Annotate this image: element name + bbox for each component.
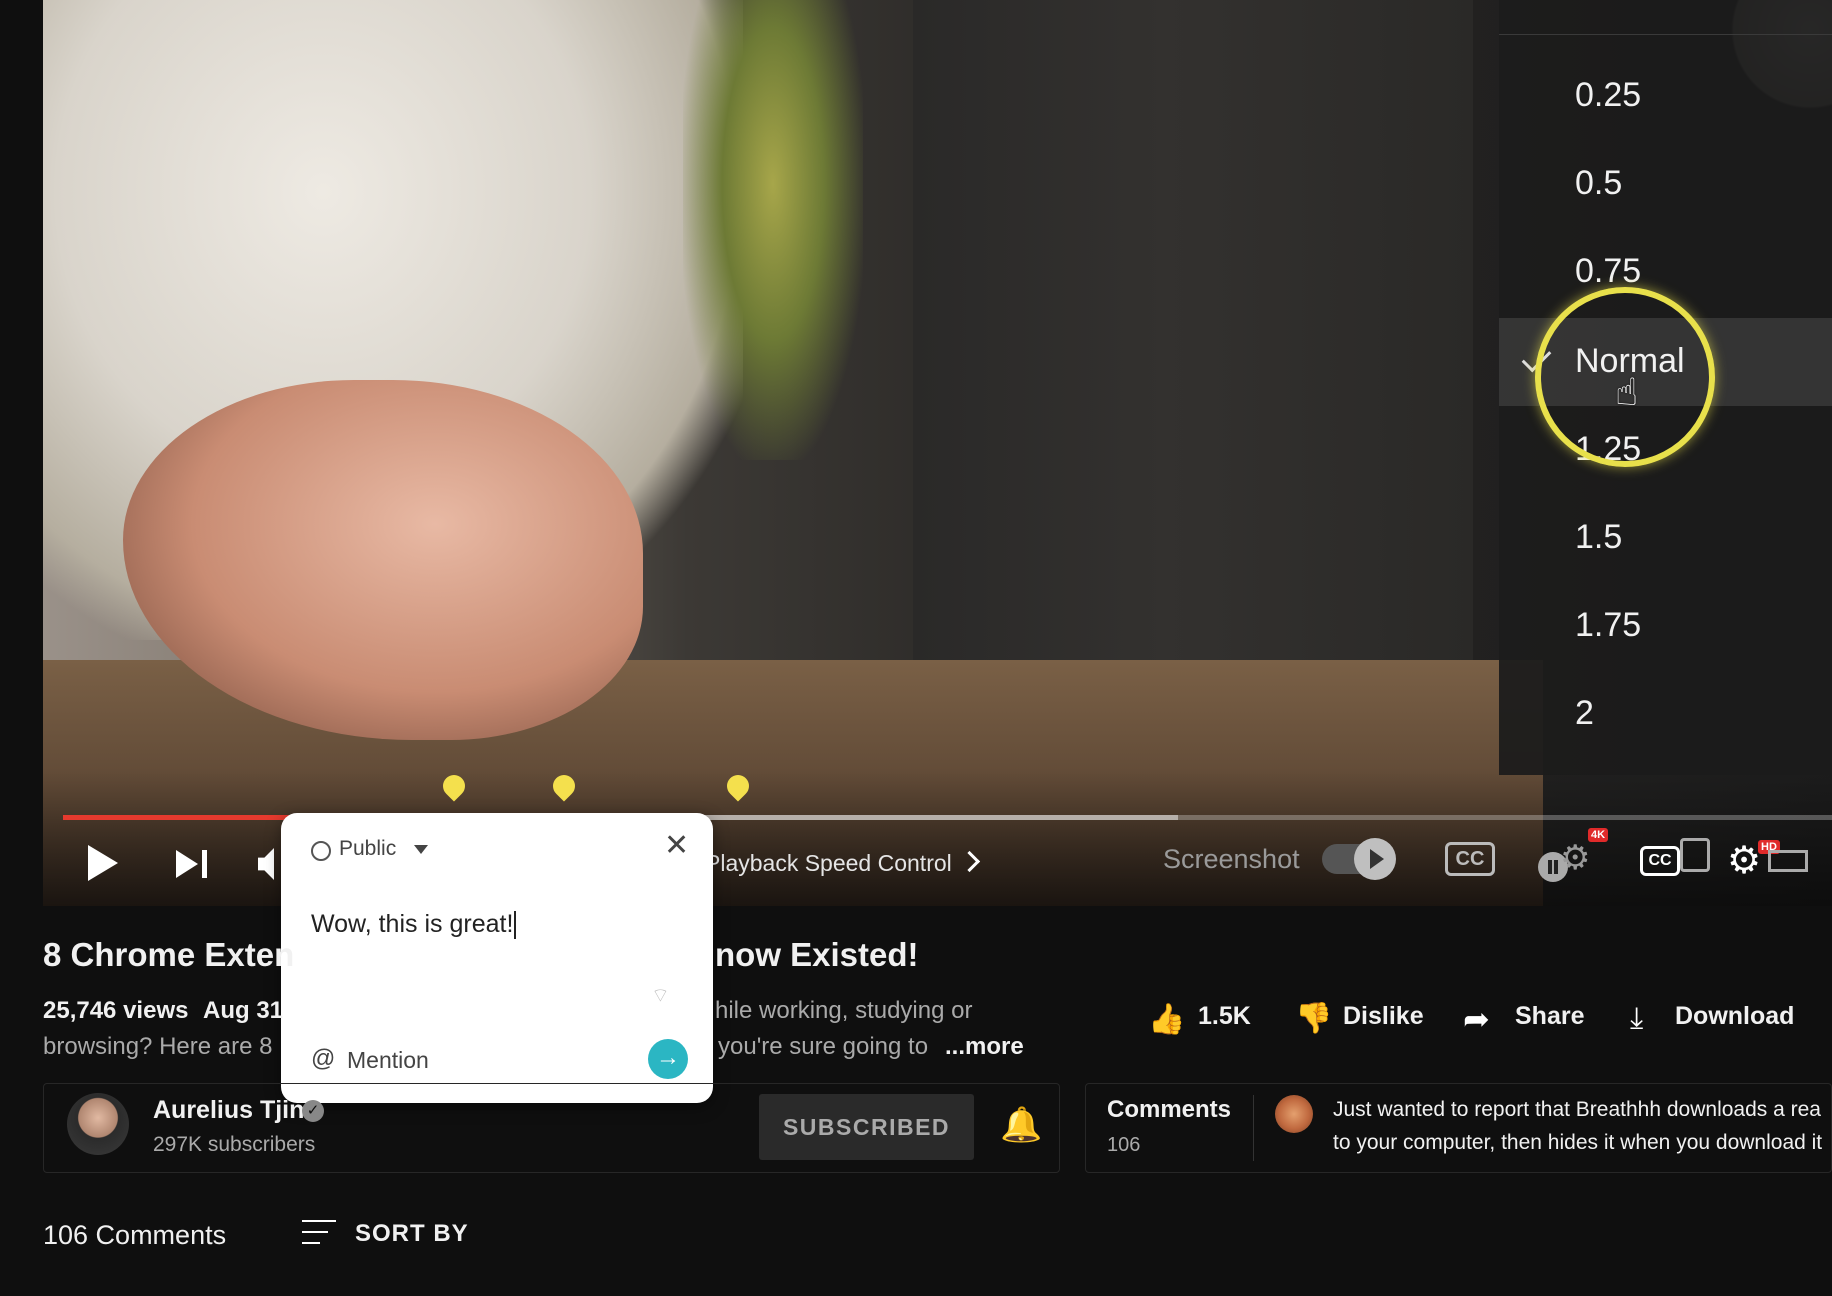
- comments-preview-title: Comments: [1107, 1096, 1232, 1123]
- bell-icon[interactable]: 🔔: [1000, 1105, 1042, 1145]
- visibility-selector[interactable]: Public: [339, 837, 396, 861]
- progress-buffered: [700, 815, 1178, 820]
- send-icon[interactable]: [648, 1039, 688, 1079]
- video-frame-door: [913, 0, 1473, 670]
- speed-option[interactable]: 1.75: [1499, 582, 1832, 670]
- speed-option-label: 0.5: [1575, 164, 1623, 202]
- comment-preview-text: to your computer, then hides it when you…: [1333, 1131, 1823, 1154]
- avatar[interactable]: [67, 1093, 129, 1155]
- mention-button[interactable]: Mention: [347, 1047, 429, 1074]
- next-icon-bar: [202, 850, 207, 878]
- menu-divider: [1499, 34, 1832, 35]
- speed-option[interactable]: 0.5: [1499, 140, 1832, 228]
- video-frame-plant: [683, 0, 863, 460]
- divider: [1253, 1095, 1254, 1161]
- video-title: 8 Chrome Exten: [43, 936, 295, 973]
- comment-preview-text: Just wanted to report that Breathhh down…: [1333, 1098, 1821, 1121]
- speed-option-label: 0.75: [1575, 252, 1642, 290]
- play-icon[interactable]: [88, 845, 118, 881]
- speed-option[interactable]: 2: [1499, 670, 1832, 758]
- speed-option-label: 2: [1575, 694, 1594, 732]
- chapter-title[interactable]: Playback Speed Control: [705, 850, 952, 877]
- download-button[interactable]: Download: [1675, 1002, 1794, 1031]
- commenter-avatar: [1275, 1095, 1313, 1133]
- signal-icon: ⌔: [651, 985, 670, 1007]
- description-more-link[interactable]: ...more: [945, 1033, 1024, 1061]
- comment-input-value: Wow, this is great!: [311, 910, 514, 938]
- download-icon[interactable]: ⤓: [1630, 1002, 1643, 1036]
- screenshot-label: Screenshot: [1163, 844, 1300, 874]
- caret-down-icon[interactable]: [414, 845, 428, 854]
- timestamp-comment-popup: Public ✕ Wow, this is great! ⌔ @ Mention: [281, 813, 713, 1103]
- badge-4k: 4K: [1588, 828, 1609, 842]
- globe-icon[interactable]: [311, 841, 331, 861]
- verified-icon: ✓: [302, 1100, 324, 1122]
- sort-by-button[interactable]: SORT BY: [355, 1220, 469, 1248]
- settings-icon[interactable]: ⚙: [1727, 842, 1761, 880]
- theater-mode-icon[interactable]: [1768, 850, 1808, 872]
- speed-option-label: 1.75: [1575, 606, 1642, 644]
- comments-preview-count: 106: [1107, 1134, 1141, 1156]
- speed-option-label: 0.25: [1575, 76, 1642, 114]
- thumbs-up-icon[interactable]: 👍: [1148, 1002, 1185, 1037]
- speed-option[interactable]: 1.5: [1499, 494, 1832, 582]
- video-title-continued: now Existed!: [715, 936, 919, 973]
- miniplayer-icon[interactable]: [1680, 838, 1710, 872]
- close-icon[interactable]: ✕: [664, 831, 689, 861]
- speed-option-label: 1.5: [1575, 518, 1623, 556]
- share-icon[interactable]: ➦: [1463, 1000, 1490, 1038]
- captions-button[interactable]: CC: [1445, 842, 1495, 876]
- channel-name[interactable]: Aurelius Tjin: [153, 1096, 304, 1125]
- sort-icon[interactable]: [302, 1218, 336, 1246]
- thumbs-down-icon[interactable]: 👎: [1295, 1001, 1332, 1036]
- comment-input[interactable]: Wow, this is great!: [311, 910, 517, 940]
- speed-option[interactable]: 0.25: [1499, 52, 1832, 140]
- description-snippet: hile working, studying or: [715, 997, 973, 1024]
- subscribed-button[interactable]: SUBSCRIBED: [759, 1094, 974, 1160]
- upload-date: Aug 31: [203, 997, 284, 1024]
- at-icon[interactable]: @: [311, 1045, 335, 1073]
- text-caret: [514, 911, 517, 940]
- share-button[interactable]: Share: [1515, 1002, 1584, 1031]
- comments-count-heading: 106 Comments: [43, 1220, 227, 1250]
- view-count: 25,746 views: [43, 997, 189, 1024]
- like-button[interactable]: 1.5K: [1198, 1002, 1251, 1031]
- next-icon[interactable]: [176, 850, 198, 878]
- description-snippet: you're sure going to: [718, 1033, 929, 1060]
- screenshot-toggle-knob[interactable]: [1354, 838, 1396, 880]
- dislike-button[interactable]: Dislike: [1343, 1002, 1424, 1031]
- hand-cursor-icon: ☝: [1615, 372, 1639, 414]
- description-snippet: browsing? Here are 8: [43, 1033, 273, 1060]
- subtitles-button[interactable]: CC: [1640, 846, 1680, 876]
- subscriber-count: 297K subscribers: [153, 1133, 316, 1156]
- quality-gear-icon[interactable]: ⚙: [1560, 838, 1590, 878]
